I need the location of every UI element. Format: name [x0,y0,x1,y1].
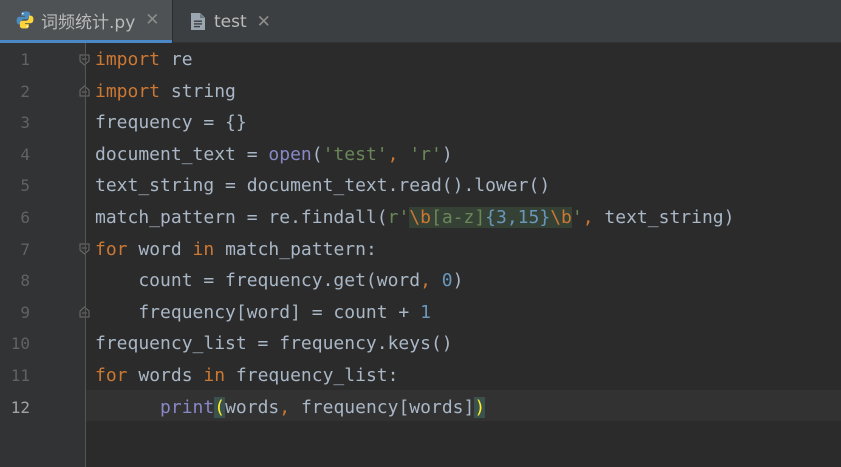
code-text: re [160,49,193,70]
code-line: match_pattern = re.findall(r'\b[a-z]{3,1… [95,202,734,234]
line-number: 9 [20,302,30,322]
line-number: 2 [20,81,30,101]
keyword: for [95,365,128,386]
close-icon[interactable]: ✕ [145,10,159,30]
comma: , [279,396,301,418]
code-text: word [127,238,193,260]
string-literal: 'r' [409,143,442,165]
python-file-icon [14,9,36,31]
comma: , [420,270,442,292]
line-number-gutter: 1 2 3 4 5 6 7 8 9 10 11 12 [0,43,90,467]
code-line-current: print(words, frequency[words]) [95,392,486,424]
code-text: ) [452,270,464,292]
tab-label: 词频统计.py [41,12,136,33]
keyword: in [192,238,215,260]
regex-quantifier: {3,15} [485,207,551,228]
string-literal: r' [387,207,410,228]
keyword: import [95,80,161,102]
code-text: count = frequency.get(word [95,270,421,292]
code-line: frequency = {} [95,112,247,134]
code-text: string [160,80,236,102]
string-literal: 'test' [322,143,388,165]
regex-escape: \b [409,207,431,228]
code-text: frequency[word] = count + [95,301,421,323]
number-literal: 1 [420,301,431,323]
line-number: 3 [20,113,30,133]
comma: , [582,207,605,228]
matched-paren: ( [214,396,226,418]
line-number: 11 [10,366,30,385]
regex-class: [a-z] [430,207,486,228]
tab-text-file[interactable]: test ✕ [173,0,280,43]
line-number: 8 [20,271,30,291]
code-line: for word in match_pattern: [95,234,377,266]
close-icon[interactable]: ✕ [257,12,271,32]
code-line: frequency_list = frequency.keys() [95,333,453,355]
line-number: 5 [20,176,30,196]
line-number: 7 [20,239,30,259]
tab-python-file[interactable]: 词频统计.py ✕ [0,0,172,43]
editor-window: 词频统计.py ✕ test ✕ 1 2 3 4 5 6 7 8 9 10 11… [0,0,841,467]
matched-paren: ) [474,396,486,418]
keyword: import [95,49,161,70]
builtin-function: open [268,143,312,165]
line-number: 1 [20,50,30,69]
code-text: words [225,396,280,418]
code-line: frequency[word] = count + 1 [95,297,431,329]
code-line: count = frequency.get(word, 0) [95,265,463,297]
keyword: for [95,238,128,260]
code-line: document_text = open('test', 'r') [95,139,453,171]
builtin-function: print [160,396,215,418]
code-text: text_string) [604,207,735,228]
tab-label: test [214,11,247,32]
code-line: text_string = document_text.read().lower… [95,175,551,197]
code-text: words [127,365,204,386]
code-line: import re [95,44,193,76]
code-text: match_pattern = re.findall( [95,207,388,228]
text-file-icon [187,11,209,33]
regex-escape: \b [550,207,572,228]
keyword: in [203,365,226,386]
code-text: match_pattern: [214,238,377,260]
line-number-current: 12 [10,397,30,417]
number-literal: 0 [441,270,453,292]
string-literal: ' [571,207,583,228]
line-number: 6 [20,208,30,227]
line-number: 4 [20,144,30,164]
code-text: frequency_list: [225,365,399,386]
code-text: ) [441,143,453,165]
tab-bar: 词频统计.py ✕ test ✕ [0,0,841,43]
code-text: document_text = [95,143,269,165]
code-line: for words in frequency_list: [95,360,398,392]
line-number: 10 [10,334,30,354]
comma: , [387,143,410,165]
code-line: import string [95,76,236,108]
code-text: ( [311,143,323,165]
code-text: frequency[words] [300,396,475,418]
